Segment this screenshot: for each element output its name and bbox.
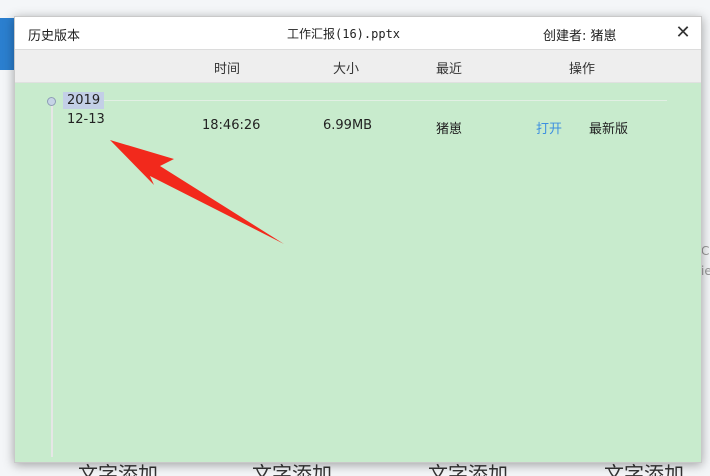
annotation-arrow-shape — [110, 140, 284, 244]
red-arrow-icon — [110, 140, 284, 244]
